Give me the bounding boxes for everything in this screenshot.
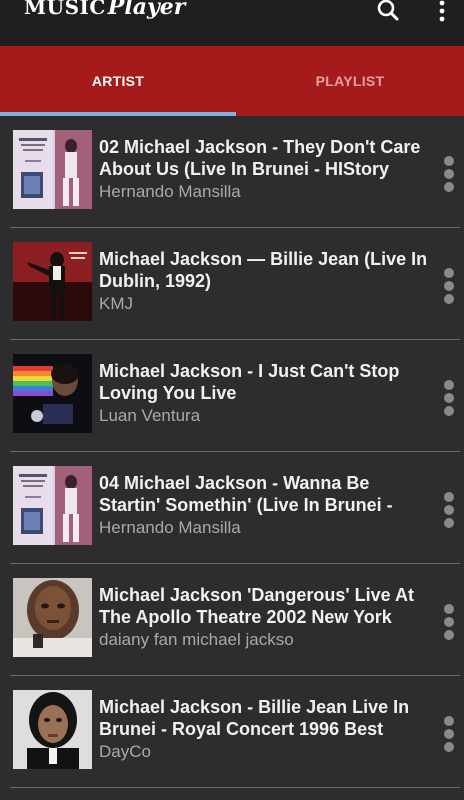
- item-options-button[interactable]: [442, 156, 456, 192]
- item-options-button[interactable]: [442, 268, 456, 304]
- dot-icon: [444, 716, 454, 726]
- song-title: Michael Jackson - Billie Jean Live In Br…: [99, 697, 410, 739]
- album-cover-portrait: [13, 690, 92, 769]
- item-options-button[interactable]: [442, 492, 456, 528]
- album-cover-billie-jean: [13, 242, 92, 321]
- search-button[interactable]: [368, 0, 408, 24]
- dot-icon: [444, 630, 454, 640]
- album-cover-live-in-brunei: [13, 466, 92, 545]
- dot-icon: [444, 505, 454, 515]
- list-item[interactable]: 02 Michael Jackson - They Don't Care Abo…: [0, 116, 464, 228]
- list-item[interactable]: 04 Michael Jackson - Wanna Be Startin' S…: [0, 452, 464, 564]
- list-item[interactable]: Michael Jackson - I Just Can't Stop Lovi…: [0, 340, 464, 452]
- song-uploader: Hernando Mansilla: [99, 518, 241, 537]
- dot-icon: [444, 169, 454, 179]
- dot-icon: [444, 604, 454, 614]
- app-logo: Music Player: [24, 0, 186, 20]
- song-uploader: DayCo: [99, 742, 151, 761]
- dot-icon: [444, 492, 454, 502]
- dot-icon: [444, 281, 454, 291]
- dot-icon: [444, 393, 454, 403]
- dot-icon: [444, 406, 454, 416]
- dot-icon: [444, 182, 454, 192]
- dot-icon: [444, 729, 454, 739]
- tab-bar: ARTIST PLAYLIST: [0, 46, 464, 116]
- song-title: 04 Michael Jackson - Wanna Be Startin' S…: [99, 473, 393, 515]
- item-options-button[interactable]: [442, 716, 456, 752]
- tab-playlist[interactable]: PLAYLIST: [236, 46, 464, 116]
- album-cover-live-in-brunei: [13, 130, 92, 209]
- dot-icon: [444, 268, 454, 278]
- song-title: Michael Jackson — Billie Jean (Live In D…: [99, 249, 428, 291]
- song-uploader: KMJ: [99, 294, 133, 313]
- song-title: 02 Michael Jackson - They Don't Care Abo…: [99, 137, 421, 179]
- list-item[interactable]: Michael Jackson - Billie Jean Live In Br…: [0, 676, 464, 788]
- song-list: 02 Michael Jackson - They Don't Care Abo…: [0, 116, 464, 788]
- more-vert-icon: [439, 0, 445, 22]
- music-player-app: Music Player ARTIST PLAYLIST: [0, 0, 464, 800]
- dot-icon: [444, 156, 454, 166]
- item-options-button[interactable]: [442, 380, 456, 416]
- divider: [10, 787, 460, 788]
- song-uploader: Hernando Mansilla: [99, 182, 241, 201]
- dot-icon: [444, 617, 454, 627]
- more-options-button[interactable]: [422, 0, 462, 24]
- dot-icon: [444, 380, 454, 390]
- dot-icon: [444, 518, 454, 528]
- list-item[interactable]: Michael Jackson 'Dangerous' Live At The …: [0, 564, 464, 676]
- dot-icon: [444, 294, 454, 304]
- song-uploader: daiany fan michael jackso: [99, 630, 294, 649]
- search-icon: [377, 0, 399, 21]
- song-title: Michael Jackson - I Just Can't Stop Lovi…: [99, 361, 400, 403]
- album-cover-rainbow: [13, 354, 92, 433]
- dot-icon: [444, 742, 454, 752]
- song-uploader: Luan Ventura: [99, 406, 201, 425]
- app-toolbar: Music Player: [0, 0, 464, 46]
- logo-text-player: Player: [107, 0, 186, 20]
- tab-artist[interactable]: ARTIST: [0, 46, 236, 116]
- list-item[interactable]: Michael Jackson — Billie Jean (Live In D…: [0, 228, 464, 340]
- song-title: Michael Jackson 'Dangerous' Live At The …: [99, 585, 414, 627]
- item-options-button[interactable]: [442, 604, 456, 640]
- album-cover-dangerous: [13, 578, 92, 657]
- logo-text-music: Music: [24, 0, 106, 19]
